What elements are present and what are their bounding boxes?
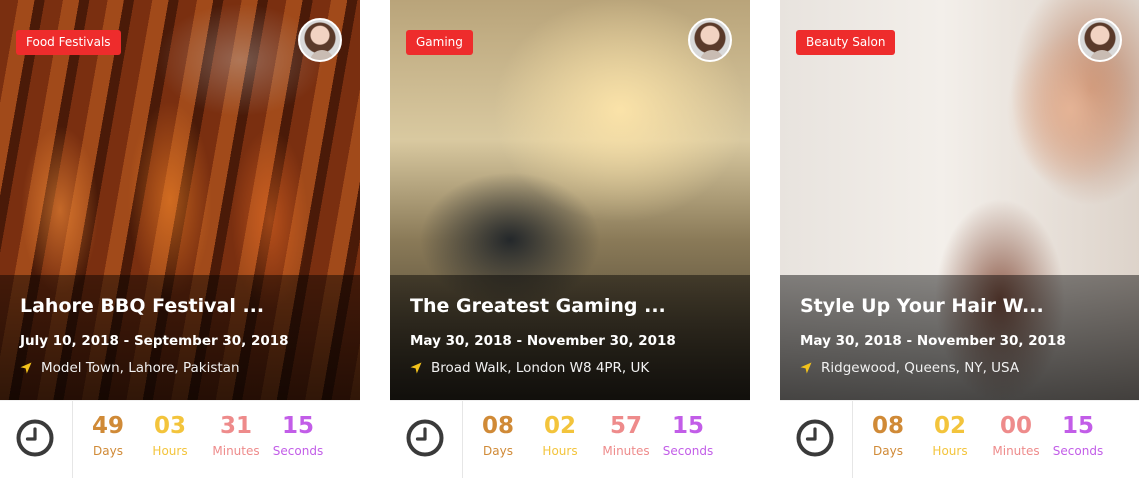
location-arrow-icon — [800, 362, 812, 374]
event-card[interactable]: Food Festivals Lahore BBQ Festival ... J… — [0, 0, 360, 478]
event-card[interactable]: Gaming The Greatest Gaming ... May 30, 2… — [390, 0, 750, 478]
countdown-minutes: 31 Minutes — [212, 413, 260, 458]
location-text: Ridgewood, Queens, NY, USA — [821, 360, 1020, 376]
countdown: 49 Days 03 Hours 31 Minutes 15 Seconds — [0, 400, 360, 478]
event-location: Broad Walk, London W8 4PR, UK — [410, 360, 649, 376]
location-text: Broad Walk, London W8 4PR, UK — [431, 360, 650, 376]
countdown-days: 08 Days — [871, 413, 904, 458]
event-title[interactable]: Style Up Your Hair W... — [800, 295, 1120, 317]
countdown-seconds: 15 Seconds — [272, 413, 324, 458]
countdown: 08 Days 02 Hours 57 Minutes 15 Seconds — [390, 400, 750, 478]
event-location: Model Town, Lahore, Pakistan — [20, 360, 240, 376]
countdown-seconds: 15 Seconds — [1052, 413, 1104, 458]
clock-icon — [795, 418, 835, 458]
event-dates: July 10, 2018 - September 30, 2018 — [20, 333, 289, 349]
location-arrow-icon — [20, 362, 32, 374]
category-tag[interactable]: Food Festivals — [16, 30, 121, 55]
countdown-minutes: 00 Minutes — [992, 413, 1040, 458]
event-cards: Food Festivals Lahore BBQ Festival ... J… — [0, 0, 1139, 478]
clock-icon — [15, 418, 55, 458]
location-arrow-icon — [410, 362, 422, 374]
event-location: Ridgewood, Queens, NY, USA — [800, 360, 1019, 376]
event-dates: May 30, 2018 - November 30, 2018 — [800, 333, 1066, 349]
event-card[interactable]: Beauty Salon Style Up Your Hair W... May… — [780, 0, 1139, 478]
avatar[interactable] — [298, 18, 342, 62]
avatar[interactable] — [1078, 18, 1122, 62]
event-image[interactable]: Gaming The Greatest Gaming ... May 30, 2… — [390, 0, 750, 400]
countdown: 08 Days 02 Hours 00 Minutes 15 Seconds — [780, 400, 1139, 478]
countdown-minutes: 57 Minutes — [602, 413, 650, 458]
category-tag[interactable]: Gaming — [406, 30, 473, 55]
countdown-hours: 03 Hours — [152, 413, 188, 458]
countdown-hours: 02 Hours — [542, 413, 578, 458]
countdown-seconds: 15 Seconds — [662, 413, 714, 458]
countdown-days: 49 Days — [91, 413, 124, 458]
category-tag[interactable]: Beauty Salon — [796, 30, 896, 55]
countdown-hours: 02 Hours — [932, 413, 968, 458]
event-dates: May 30, 2018 - November 30, 2018 — [410, 333, 676, 349]
countdown-days: 08 Days — [481, 413, 514, 458]
location-text: Model Town, Lahore, Pakistan — [41, 360, 240, 376]
event-image[interactable]: Food Festivals Lahore BBQ Festival ... J… — [0, 0, 360, 400]
event-image[interactable]: Beauty Salon Style Up Your Hair W... May… — [780, 0, 1139, 400]
avatar[interactable] — [688, 18, 732, 62]
clock-icon — [405, 418, 445, 458]
event-title[interactable]: The Greatest Gaming ... — [410, 295, 730, 317]
event-title[interactable]: Lahore BBQ Festival ... — [20, 295, 340, 317]
